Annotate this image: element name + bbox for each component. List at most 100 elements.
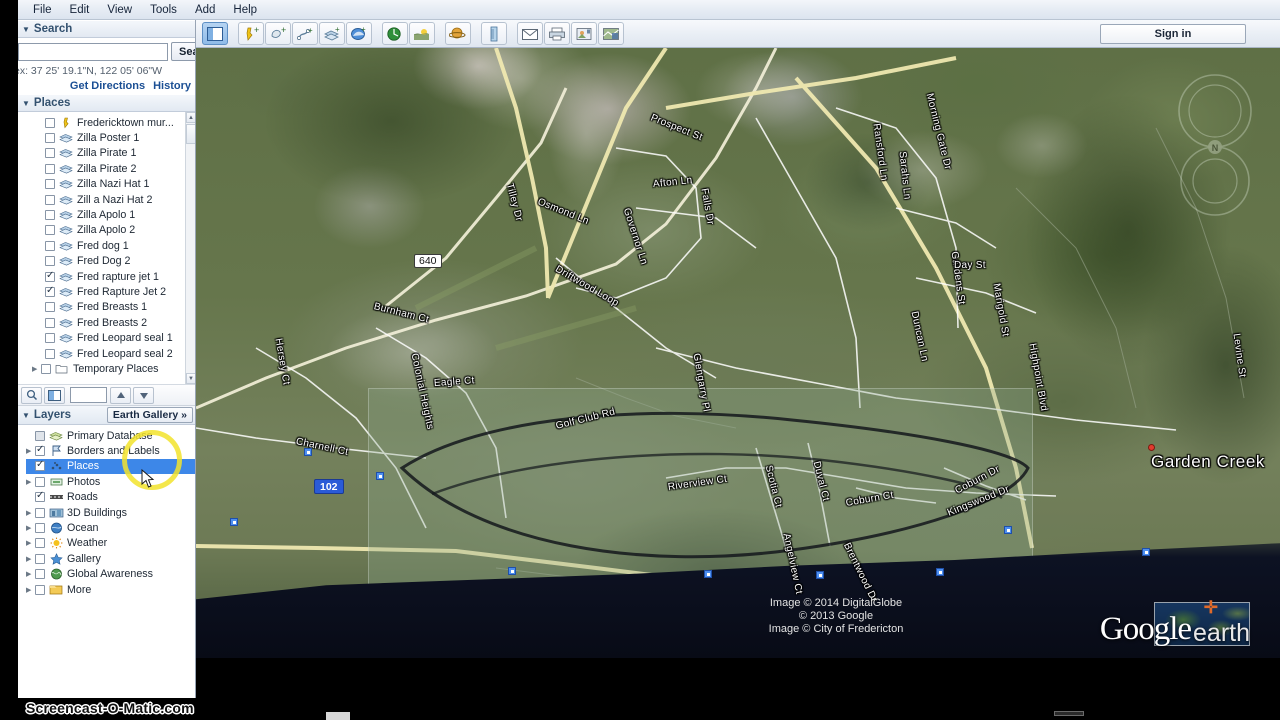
places-panel-header[interactable]: ▼ Places (18, 94, 195, 112)
expander-triangle-icon[interactable]: ▶ (32, 365, 41, 373)
checkbox[interactable] (35, 553, 45, 564)
add-placemark-icon[interactable]: + (238, 22, 264, 45)
photo-icon[interactable] (704, 570, 712, 578)
menu-add[interactable]: Add (186, 2, 224, 18)
place-item[interactable]: Fred Breasts 2 (32, 315, 185, 330)
checkbox[interactable] (41, 363, 51, 374)
move-down-button[interactable] (133, 386, 154, 404)
checkbox[interactable] (35, 430, 45, 441)
place-item[interactable]: Zilla Apolo 2 (32, 223, 185, 238)
sidebar-toggle-icon[interactable] (202, 22, 228, 45)
photo-icon[interactable] (1142, 548, 1150, 556)
expander-triangle-icon[interactable]: ▶ (26, 447, 35, 455)
menu-edit[interactable]: Edit (61, 2, 99, 18)
checkbox[interactable] (45, 163, 55, 174)
expander-triangle-icon[interactable]: ▶ (26, 539, 35, 547)
checkbox[interactable] (35, 538, 45, 549)
checkbox[interactable] (45, 285, 55, 297)
place-item[interactable]: Zilla Poster 1 (32, 130, 185, 145)
place-item[interactable]: Fredericktown mur... (32, 115, 185, 130)
search-input[interactable] (18, 42, 168, 61)
checkbox[interactable] (45, 133, 55, 144)
checkbox[interactable] (45, 348, 55, 359)
panel-layout-icon[interactable] (44, 386, 65, 404)
scroll-up-icon[interactable]: ▲ (186, 112, 195, 123)
place-item[interactable]: Fred Leopard seal 2 (32, 346, 185, 361)
checkbox[interactable] (35, 459, 45, 472)
checkbox[interactable] (35, 507, 45, 518)
layer-item[interactable]: ▶ Borders and Labels (26, 443, 195, 458)
save-image-icon[interactable] (571, 22, 597, 45)
search-icon[interactable] (21, 386, 42, 404)
checkbox[interactable] (45, 225, 55, 236)
menu-file[interactable]: File (24, 2, 61, 18)
layer-item[interactable]: Places (26, 458, 195, 475)
photo-icon[interactable] (816, 571, 824, 579)
menu-tools[interactable]: Tools (141, 2, 186, 18)
photo-icon[interactable] (508, 567, 516, 575)
place-item[interactable]: Zilla Apolo 1 (32, 207, 185, 222)
poi-marker-garden-creek[interactable] (1148, 444, 1155, 451)
place-item[interactable]: Fred Rapture Jet 2 (32, 284, 185, 299)
photo-icon[interactable] (376, 472, 384, 480)
layer-item[interactable]: ▶ Global Awareness (26, 567, 195, 582)
print-icon[interactable] (544, 22, 570, 45)
get-directions-link[interactable]: Get Directions (70, 80, 145, 92)
photo-icon[interactable] (230, 518, 238, 526)
layers-tree[interactable]: Primary Database ▶ Borders and Labels Place… (18, 425, 195, 597)
checkbox[interactable] (35, 523, 45, 534)
scroll-down-icon[interactable]: ▼ (186, 373, 195, 384)
layer-item[interactable]: ▶ 3D Buildings (26, 505, 195, 520)
places-filter-input[interactable] (70, 387, 107, 403)
checkbox[interactable] (45, 210, 55, 221)
checkbox[interactable] (45, 194, 55, 205)
checkbox[interactable] (45, 317, 55, 328)
place-item[interactable]: Zilla Pirate 1 (32, 146, 185, 161)
historical-imagery-icon[interactable] (382, 22, 408, 45)
checkbox[interactable] (45, 302, 55, 313)
view-in-maps-icon[interactable] (598, 22, 624, 45)
checkbox[interactable] (35, 584, 45, 595)
add-polygon-icon[interactable]: + (265, 22, 291, 45)
place-item[interactable]: Zilla Pirate 2 (32, 161, 185, 176)
navigation-compass[interactable]: N (1170, 56, 1260, 226)
planets-icon[interactable] (445, 22, 471, 45)
place-item[interactable]: Fred Breasts 1 (32, 300, 185, 315)
place-item[interactable]: Fred dog 1 (32, 238, 185, 253)
earth-gallery-button[interactable]: Earth Gallery » (106, 407, 193, 423)
place-item[interactable]: ▶ Temporary Places (32, 361, 185, 376)
place-item[interactable]: Zilla Nazi Hat 1 (32, 177, 185, 192)
checkbox[interactable] (35, 569, 45, 580)
checkbox[interactable] (45, 256, 55, 267)
checkbox[interactable] (45, 179, 55, 190)
menu-view[interactable]: View (98, 2, 141, 18)
add-path-icon[interactable]: + (292, 22, 318, 45)
menu-help[interactable]: Help (224, 2, 266, 18)
record-tour-icon[interactable]: + (346, 22, 372, 45)
scrollbar-thumb[interactable] (186, 124, 195, 144)
layer-item[interactable]: ▶ Gallery (26, 551, 195, 566)
layer-item[interactable]: Primary Database (26, 428, 195, 443)
place-item[interactable]: Fred rapture jet 1 (32, 269, 185, 284)
layer-item[interactable]: ▶ Ocean (26, 520, 195, 535)
expander-triangle-icon[interactable]: ▶ (26, 555, 35, 563)
sunlight-icon[interactable] (409, 22, 435, 45)
expander-triangle-icon[interactable]: ▶ (26, 478, 35, 486)
add-image-overlay-icon[interactable]: + (319, 22, 345, 45)
search-panel-header[interactable]: ▼ Search (18, 20, 195, 38)
place-item[interactable]: Fred Dog 2 (32, 254, 185, 269)
places-tree[interactable]: Fredericktown mur... Zilla Poster 1 Zilla … (18, 112, 185, 384)
checkbox[interactable] (35, 490, 45, 503)
photo-icon[interactable] (936, 568, 944, 576)
photo-icon[interactable] (1004, 526, 1012, 534)
checkbox[interactable] (35, 444, 45, 457)
checkbox[interactable] (45, 333, 55, 344)
expander-triangle-icon[interactable]: ▶ (26, 586, 35, 594)
email-icon[interactable] (517, 22, 543, 45)
checkbox[interactable] (45, 270, 55, 282)
place-item[interactable]: Fred Leopard seal 1 (32, 330, 185, 345)
expander-triangle-icon[interactable]: ▶ (26, 524, 35, 532)
layer-item[interactable]: Roads (26, 490, 195, 505)
history-link[interactable]: History (153, 80, 191, 92)
map-viewport[interactable]: N Garden Creek Prospect St Afton Ln Osmond … (196, 48, 1280, 658)
